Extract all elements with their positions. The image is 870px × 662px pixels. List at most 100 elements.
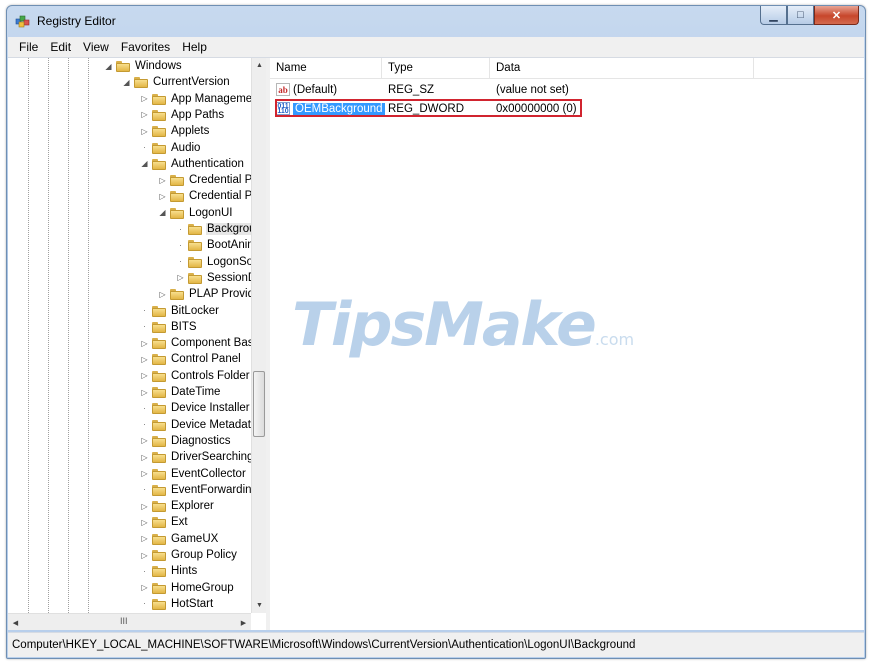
collapse-arrow-icon[interactable]: ◢	[140, 159, 149, 168]
scroll-up-icon[interactable]: ▲	[252, 58, 266, 73]
expand-arrow-icon[interactable]: ▷	[140, 469, 149, 478]
tree-node[interactable]: ▷ EventCollector	[140, 466, 247, 482]
expand-arrow-icon[interactable]: ▷	[158, 192, 167, 201]
expand-arrow-icon[interactable]: ▷	[140, 453, 149, 462]
expand-arrow-icon[interactable]: ▷	[140, 502, 149, 511]
tree-node[interactable]: · HotStart	[140, 596, 214, 612]
scroll-right-icon[interactable]: ▶	[236, 615, 251, 630]
tree-node-label: BootAnim	[207, 239, 251, 252]
tree-node[interactable]: ▷ Applets	[140, 123, 210, 139]
expand-arrow-icon[interactable]: ▷	[140, 127, 149, 136]
tree-connector-icon: ·	[179, 240, 182, 250]
tree-node[interactable]: ▷ DriverSearching	[140, 449, 251, 465]
menu-favorites[interactable]: Favorites	[115, 38, 176, 56]
expand-arrow-icon[interactable]: ▷	[140, 371, 149, 380]
folder-icon	[170, 288, 184, 301]
expand-arrow-icon[interactable]: ▷	[140, 518, 149, 527]
close-button[interactable]: ✕	[814, 6, 859, 25]
expand-arrow-icon[interactable]: ▷	[140, 534, 149, 543]
minimize-icon: ▁	[769, 9, 778, 22]
tree-node[interactable]: · LogonSou	[176, 254, 251, 270]
tree-node[interactable]: ▷ Component Base	[140, 335, 251, 351]
menu-help[interactable]: Help	[176, 38, 213, 56]
expand-arrow-icon[interactable]: ▷	[140, 388, 149, 397]
tree-node[interactable]: · BitLocker	[140, 303, 220, 319]
tree-node[interactable]: · Device Installer	[140, 400, 251, 416]
tree-node[interactable]: · Audio	[140, 140, 201, 156]
scroll-down-icon[interactable]: ▼	[252, 598, 266, 613]
tree-node[interactable]: · BITS	[140, 319, 198, 335]
tree-node[interactable]: ◢ LogonUI	[158, 205, 233, 221]
tree-node[interactable]: ▷ Credential Prc	[158, 188, 251, 204]
menu-file[interactable]: File	[13, 38, 44, 56]
expand-arrow-icon[interactable]: ▷	[140, 339, 149, 348]
column-header-data[interactable]: Data	[490, 58, 754, 78]
expand-arrow-icon[interactable]: ▷	[176, 273, 185, 282]
tree-node[interactable]: ▷ PLAP Provide	[158, 286, 251, 302]
tree-node-label: App Paths	[171, 108, 225, 121]
tree-node-label: Component Base	[171, 337, 251, 350]
expand-arrow-icon[interactable]: ▷	[140, 110, 149, 119]
tree-node[interactable]: ▷ GameUX	[140, 531, 219, 547]
value-name: (Default)	[293, 83, 338, 96]
tree-node[interactable]: · BootAnim	[176, 237, 251, 253]
tree-node[interactable]: ◢ Authentication	[140, 156, 245, 172]
tree-node-label: PLAP Provide	[189, 288, 251, 301]
menu-edit[interactable]: Edit	[44, 38, 77, 56]
collapse-arrow-icon[interactable]: ◢	[122, 78, 131, 87]
registry-key-tree[interactable]: ◢ Windows ◢ CurrentVersion ▷ App Managemer ▷ Ap…	[8, 58, 270, 630]
minimize-button[interactable]: ▁	[760, 6, 787, 25]
tree-node-label: DateTime	[171, 386, 221, 398]
column-header-type[interactable]: Type	[382, 58, 490, 78]
tree-node[interactable]: ▷ App Paths	[140, 107, 225, 123]
expand-arrow-icon[interactable]: ▷	[140, 436, 149, 445]
tree-node-label: Control Panel	[171, 353, 241, 366]
title-bar[interactable]: Registry Editor ▁ □ ✕	[7, 6, 865, 35]
expand-arrow-icon[interactable]: ▷	[140, 583, 149, 592]
column-header-name[interactable]: Name	[270, 58, 382, 78]
tree-node[interactable]: ▷ App Managemer	[140, 91, 251, 107]
tree-node-label: BITS	[171, 320, 197, 333]
tree-horizontal-scrollbar[interactable]: ◀ III ▶	[8, 613, 251, 630]
expand-arrow-icon[interactable]: ▷	[158, 176, 167, 185]
maximize-button[interactable]: □	[787, 6, 814, 25]
expand-arrow-icon[interactable]: ▷	[140, 551, 149, 560]
tree-node-label: App Managemer	[171, 92, 251, 105]
expand-arrow-icon[interactable]: ▷	[140, 94, 149, 103]
tree-node-label: Diagnostics	[171, 434, 231, 447]
menu-view[interactable]: View	[77, 38, 115, 56]
tree-node[interactable]: · EventForwarding	[140, 482, 251, 498]
folder-icon	[152, 353, 166, 366]
tree-node[interactable]: ▷ Credential Prc	[158, 172, 251, 188]
value-row[interactable]: ab (Default) REG_SZ (value not set)	[270, 81, 640, 98]
collapse-arrow-icon[interactable]: ◢	[104, 62, 113, 71]
scroll-thumb[interactable]	[253, 371, 265, 437]
values-pane[interactable]: Name Type Data ab (Default) REG_SZ (value n…	[270, 58, 864, 630]
tree-node-label: Explorer	[171, 500, 214, 513]
scroll-left-icon[interactable]: ◀	[8, 615, 23, 630]
tree-node-label: LogonUI	[189, 206, 233, 219]
folder-icon	[152, 582, 166, 594]
tree-node[interactable]: ▷ HomeGroup	[140, 580, 235, 596]
tree-node[interactable]: ▷ Group Policy	[140, 547, 238, 563]
status-path: Computer\HKEY_LOCAL_MACHINE\SOFTWARE\Mic…	[12, 639, 636, 651]
tree-node-label: Hints	[171, 565, 198, 578]
tree-node[interactable]: ▷ Diagnostics	[140, 433, 231, 449]
tree-node[interactable]: ▷ Explorer	[140, 498, 215, 514]
expand-arrow-icon[interactable]: ▷	[158, 290, 167, 299]
tree-node[interactable]: ▷ Control Panel	[140, 351, 242, 367]
tree-node[interactable]: ▷ SessionDa	[176, 270, 251, 286]
collapse-arrow-icon[interactable]: ◢	[158, 208, 167, 217]
tree-node[interactable]: ▷ Ext	[140, 514, 189, 530]
folder-icon	[152, 142, 166, 154]
tree-node[interactable]: · Device Metadata	[140, 417, 251, 433]
tree-node[interactable]: ▷ Controls Folder	[140, 368, 251, 384]
tree-node[interactable]: ▷ DateTime	[140, 384, 221, 400]
tree-node[interactable]: ◢ CurrentVersion	[122, 74, 231, 90]
tree-node[interactable]: · Hints	[140, 563, 198, 579]
expand-arrow-icon[interactable]: ▷	[140, 355, 149, 364]
tree-node[interactable]: · Backgrour	[176, 221, 251, 237]
tree-node-label: HotStart	[171, 597, 214, 610]
tree-node[interactable]: ◢ Windows	[104, 58, 183, 74]
tree-vertical-scrollbar[interactable]: ▲ ▼	[251, 58, 266, 613]
